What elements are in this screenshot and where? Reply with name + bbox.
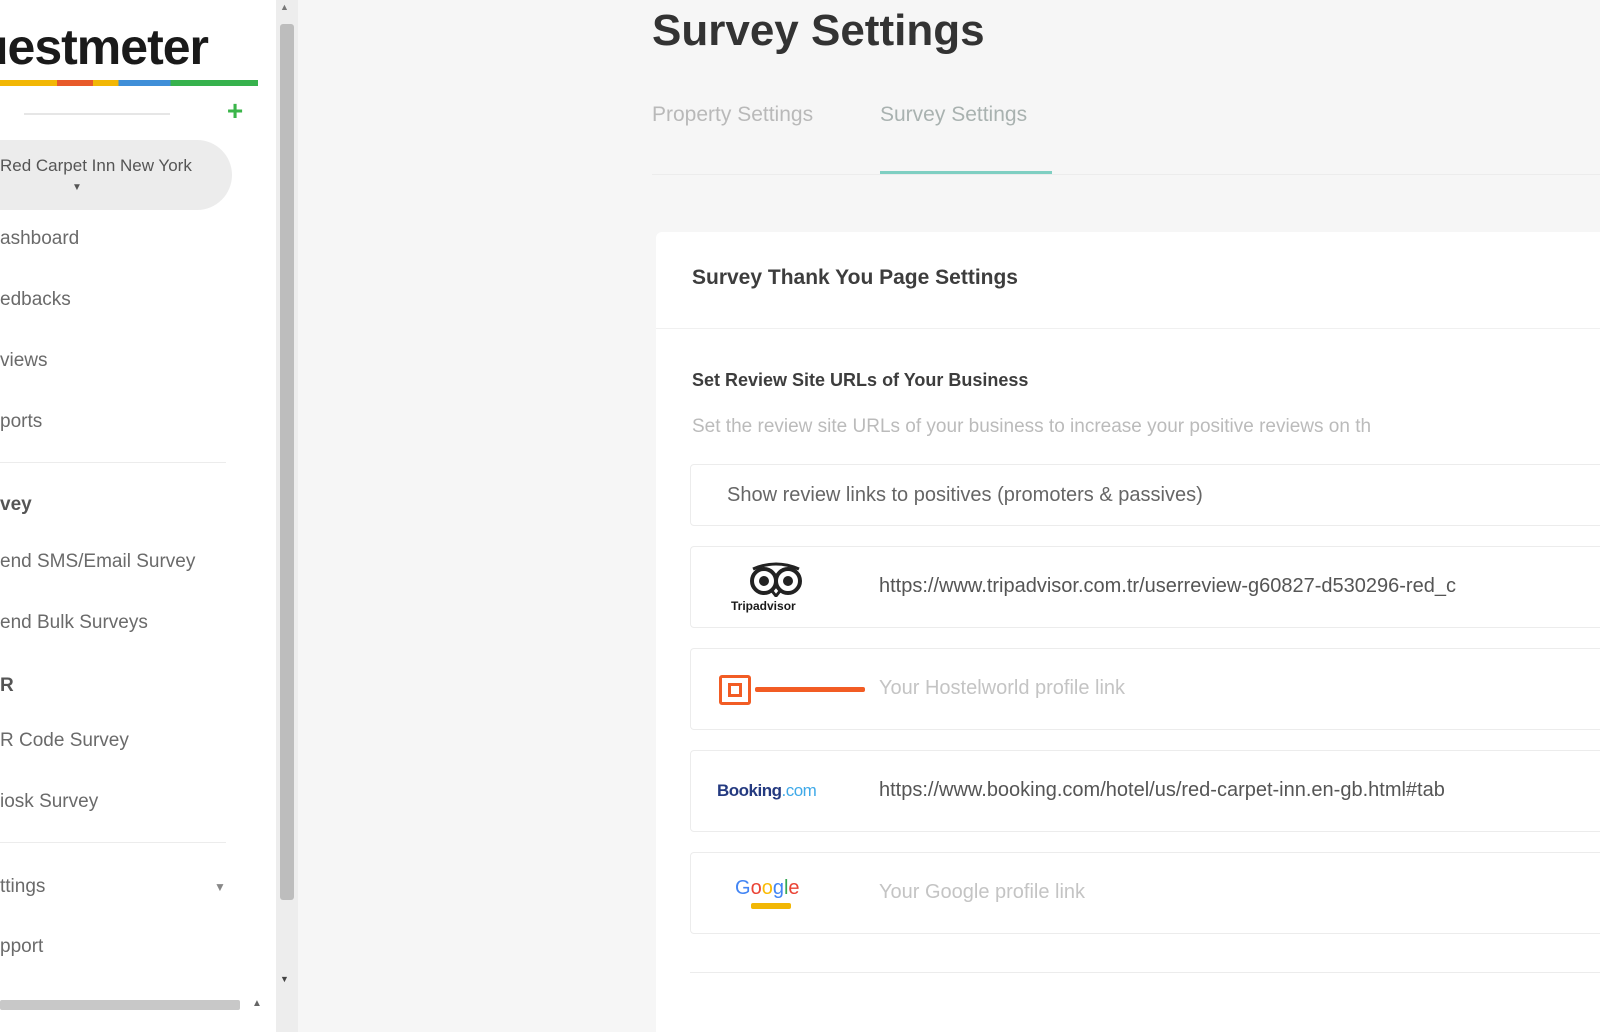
sidebar-divider [0,462,226,463]
google-url-input[interactable]: Your Google profile link [879,881,1085,904]
add-property-icon[interactable]: + [224,97,246,125]
section-title: Set Review Site URLs of Your Business [692,370,1029,390]
logo-divider [24,113,170,115]
sidebar-item-send-bulk-surveys[interactable]: end Bulk Surveys [0,612,148,634]
sidebar-item-reviews[interactable]: views [0,350,48,372]
page-title: Survey Settings [652,6,985,55]
sidebar-divider [0,842,226,843]
sidebar-item-send-sms-email-survey[interactable]: end SMS/Email Survey [0,551,195,573]
hostelworld-mark-icon [719,675,751,705]
sidebar-scrollbar-thumb[interactable] [280,24,294,900]
caret-down-icon: ▼ [72,182,82,193]
sidebar: uestmeter + Red Carpet Inn New York ▼ as… [0,0,276,1032]
scroll-down-icon[interactable]: ▼ [280,974,289,984]
review-site-row-booking: Booking.com https://www.booking.com/hote… [690,750,1600,832]
card-title: Survey Thank You Page Settings [692,266,1018,289]
scroll-up-icon[interactable]: ▲ [280,2,289,12]
google-wordmark: Google [735,877,800,899]
thank-you-settings-card: Survey Thank You Page Settings Set Revie… [656,232,1600,1032]
property-selector-label: Red Carpet Inn New York [0,156,192,175]
horizontal-scrollbar[interactable] [0,1000,240,1010]
sidebar-item-kiosk-survey[interactable]: iosk Survey [0,791,98,813]
google-logo: Google [705,865,865,923]
sidebar-item-qr-code-survey[interactable]: R Code Survey [0,730,129,752]
chevron-down-icon[interactable]: ▼ [214,880,226,894]
sidebar-item-feedbacks[interactable]: edbacks [0,289,71,311]
card-bottom-divider [690,972,1600,973]
booking-url-input[interactable]: https://www.booking.com/hotel/us/red-car… [879,779,1445,802]
section-description: Set the review site URLs of your busines… [692,416,1372,437]
tripadvisor-owl-icon [750,562,802,597]
sidebar-section-survey: vey [0,494,32,515]
card-divider [656,328,1600,329]
tab-property-settings[interactable]: Property Settings [652,103,813,127]
property-selector[interactable]: Red Carpet Inn New York ▼ [0,140,232,210]
sidebar-item-settings[interactable]: ttings [0,876,45,898]
brand-logo[interactable]: uestmeter [0,22,209,72]
review-link-visibility-select[interactable]: Show review links to positives (promoter… [690,464,1600,526]
brand-color-bar [0,80,258,86]
tripadvisor-url-input[interactable]: https://www.tripadvisor.com.tr/userrevie… [879,575,1456,598]
tripadvisor-logo: Tripadvisor [705,559,865,617]
booking-wordmark: Booking.com [717,781,817,800]
tab-survey-settings[interactable]: Survey Settings [880,103,1027,127]
active-tab-indicator [880,171,1052,174]
tripadvisor-wordmark: Tripadvisor [731,599,796,613]
sidebar-item-support[interactable]: pport [0,936,43,958]
sidebar-item-dashboard[interactable]: ashboard [0,228,79,250]
scroll-right-icon[interactable]: ▲ [252,998,262,1009]
hostelworld-wordmark [755,687,865,692]
booking-logo: Booking.com [705,763,865,821]
google-underline [751,903,791,909]
hostelworld-logo [705,661,865,719]
sidebar-item-reports[interactable]: ports [0,411,42,433]
review-site-row-tripadvisor: Tripadvisor https://www.tripadvisor.com.… [690,546,1600,628]
hostelworld-url-input[interactable]: Your Hostelworld profile link [879,677,1125,700]
tabs-divider [652,174,1600,175]
review-site-row-google: Google Your Google profile link [690,852,1600,934]
sidebar-section-qr: R [0,675,14,696]
review-link-visibility-value: Show review links to positives (promoter… [727,484,1203,506]
review-site-row-hostelworld: Your Hostelworld profile link [690,648,1600,730]
